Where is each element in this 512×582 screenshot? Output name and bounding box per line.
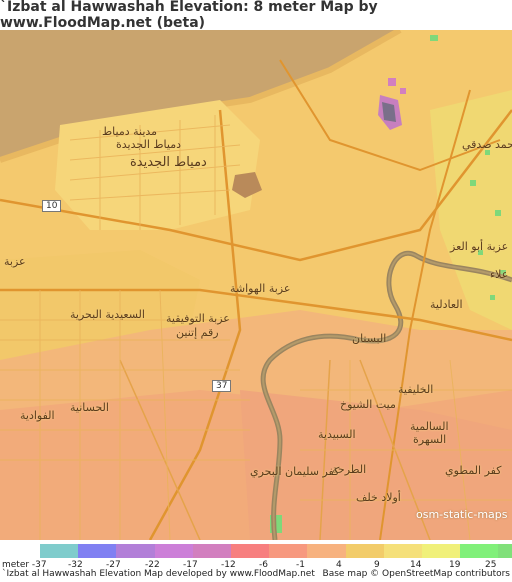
osm-watermark: osm-static-maps [416, 508, 508, 521]
legend-swatch [192, 544, 231, 558]
label-new-damietta: دمياط الجديدة [130, 155, 207, 170]
label-alaa: علاء [490, 268, 509, 281]
label-mit-shuyukh: ميت الشيوخ [340, 398, 396, 411]
legend-swatch [383, 544, 422, 558]
label-hasaniya: الحسانية [70, 401, 109, 414]
road-shield-37: 37 [212, 380, 232, 392]
label-ragam: رقم إتنين [176, 326, 219, 339]
legend-swatch [40, 544, 79, 558]
footer-credit: `Izbat al Hawwashah Elevation Map develo… [2, 569, 315, 579]
label-adliya: العادلية [430, 298, 463, 311]
legend-swatch [498, 544, 512, 558]
legend-swatch [269, 544, 308, 558]
label-sabidiya: السبيدية [318, 428, 356, 441]
label-ezba-left: عزبة [4, 255, 26, 268]
label-saeediya: السعيدية البحرية [70, 308, 145, 321]
label-salmiya: السالمية [410, 420, 449, 433]
label-awlad-khalaf: أولاد خلف [356, 491, 401, 504]
map-title: `Izbat al Hawwashah Elevation: 8 meter M… [0, 0, 378, 31]
legend-swatch [460, 544, 499, 558]
legend-swatch [154, 544, 193, 558]
legend-swatch [78, 544, 117, 558]
footer-attribution: Base map © OpenStreetMap contributors [322, 569, 510, 579]
label-sahra: السهرة [413, 433, 447, 446]
elevation-map[interactable]: 10 37 مدينة دمياط دمياط الجديدة دمياط ال… [0, 30, 512, 540]
label-new-damietta-city: مدينة دمياط [102, 125, 158, 138]
label-new-damietta-small: دمياط الجديدة [116, 138, 182, 151]
legend-swatch [421, 544, 461, 558]
label-hawwasha: عزبة الهواشة [230, 282, 291, 295]
label-khaliqiya: الخليفية [398, 383, 434, 396]
label-fawadiya: الفوادية [20, 409, 55, 422]
label-kafr-suleiman: كفر سليمان البحري [250, 465, 340, 478]
legend-swatches [40, 544, 512, 558]
legend-swatch [345, 544, 384, 558]
legend-swatch [230, 544, 270, 558]
label-ezba-abu-alaa: عزبة أبو العز [450, 240, 509, 253]
legend-swatch [116, 544, 155, 558]
label-bustan: البستان [352, 332, 387, 345]
label-mohamed-sadiq: محمد صدقي [462, 138, 512, 151]
road-shield-10: 10 [42, 200, 62, 212]
label-kafr-matwi: كفر المطوي [445, 464, 502, 477]
label-tawfiqiya: عزبة التوفيقية [166, 312, 230, 325]
legend-swatch [307, 544, 346, 558]
